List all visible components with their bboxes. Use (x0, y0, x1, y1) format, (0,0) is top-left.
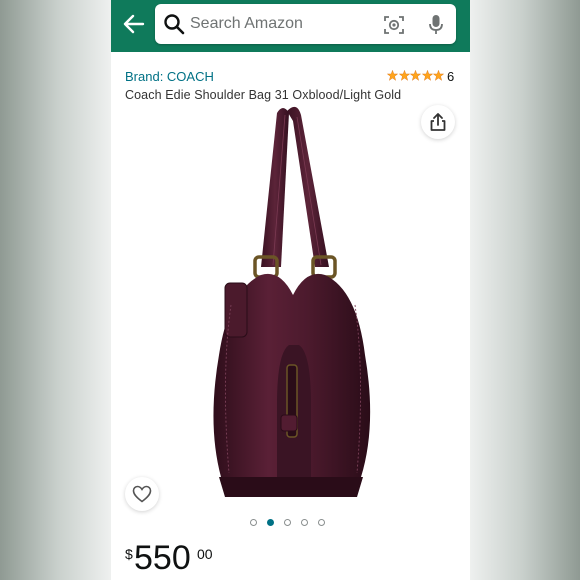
heart-icon (132, 485, 152, 503)
star-rating[interactable] (387, 68, 445, 82)
share-button[interactable] (421, 105, 455, 139)
pagination-dot[interactable] (318, 519, 325, 526)
pagination-dot-active[interactable] (267, 519, 274, 526)
pagination-dot[interactable] (250, 519, 257, 526)
phone-screen: Search Amazon Brand: COACH 6 Coach Edie … (111, 0, 470, 580)
star-icon (421, 69, 433, 81)
star-icon (387, 69, 398, 81)
microphone-icon[interactable] (427, 13, 445, 37)
camera-lens-icon[interactable] (383, 14, 405, 36)
search-icon (164, 14, 185, 35)
price-fraction: 00 (197, 546, 213, 562)
star-icon (410, 69, 421, 81)
wishlist-button[interactable] (125, 477, 159, 511)
shoulder-bag-image (213, 106, 371, 497)
brand-link[interactable]: Brand: COACH (125, 69, 214, 84)
product-title: Coach Edie Shoulder Bag 31 Oxblood/Light… (125, 88, 402, 102)
search-input[interactable]: Search Amazon (190, 15, 303, 33)
image-pagination (250, 519, 335, 529)
price-whole: 550 (134, 539, 191, 577)
search-bar[interactable]: Search Amazon (155, 4, 456, 44)
share-icon (430, 113, 446, 131)
product-image[interactable] (111, 105, 470, 510)
star-icon (433, 69, 444, 81)
star-icon (398, 69, 410, 81)
back-arrow-icon[interactable] (121, 11, 147, 37)
pagination-dot[interactable] (284, 519, 291, 526)
pagination-dot[interactable] (301, 519, 308, 526)
price-currency: $ (125, 546, 133, 562)
rating-count[interactable]: 6 (447, 69, 454, 84)
top-bar: Search Amazon (111, 0, 470, 52)
